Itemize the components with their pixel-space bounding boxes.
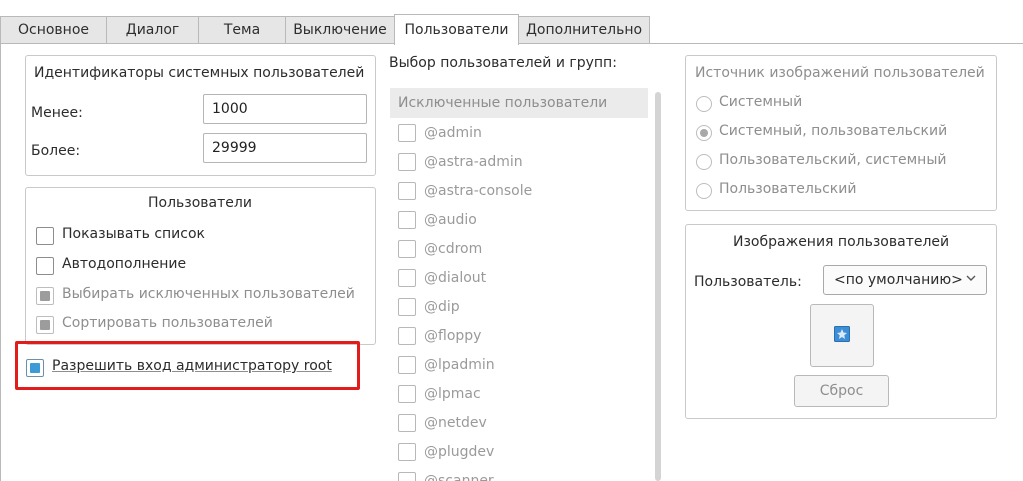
source-user-system-label: Пользовательский, системный <box>719 152 947 168</box>
list-item[interactable]: @astra-admin <box>398 149 643 175</box>
list-item-checkbox[interactable] <box>398 327 416 345</box>
list-item-label: @admin <box>424 125 482 141</box>
tab-theme[interactable]: Тема <box>198 16 286 43</box>
list-item[interactable]: @floppy <box>398 323 643 349</box>
user-select[interactable]: <по умолчанию> <box>823 265 987 295</box>
tab-advanced[interactable]: Дополнительно <box>518 16 650 43</box>
source-user-radio[interactable] <box>696 183 712 199</box>
list-item-label: @dialout <box>424 270 487 286</box>
excluded-users-list[interactable]: Исключенные пользователи @admin @astra-a… <box>390 88 652 481</box>
list-item-label: @lpmac <box>424 386 481 402</box>
user-label: Пользователь: <box>694 274 802 290</box>
list-item-label: @netdev <box>424 415 487 431</box>
more-label: Более: <box>31 143 81 159</box>
annotation-highlight-box <box>15 341 360 390</box>
tab-shutdown[interactable]: Выключение <box>285 16 395 43</box>
list-item[interactable]: @scanner <box>398 468 643 481</box>
list-item[interactable]: @lpadmin <box>398 352 643 378</box>
sort-users-label: Сортировать пользователей <box>62 315 273 331</box>
system-ids-title: Идентификаторы системных пользователей <box>34 65 365 81</box>
list-item-checkbox[interactable] <box>398 356 416 374</box>
source-user-system-radio[interactable] <box>696 154 712 170</box>
list-item-label: @audio <box>424 212 477 228</box>
system-ids-group: Идентификаторы системных пользователей М… <box>25 55 376 176</box>
tab-bar: Основное Диалог Тема Выключение Пользова… <box>0 0 1023 46</box>
autocomplete-checkbox[interactable] <box>36 257 54 275</box>
list-item-checkbox[interactable] <box>398 385 416 403</box>
list-item[interactable]: @dip <box>398 294 643 320</box>
list-item-label: @dip <box>424 299 460 315</box>
list-item[interactable]: @cdrom <box>398 236 643 262</box>
list-item-checkbox[interactable] <box>398 124 416 142</box>
sort-users-checkbox[interactable] <box>36 316 54 334</box>
select-excluded-label: Выбирать исключенных пользователей <box>62 286 355 302</box>
user-select-value: <по умолчанию> <box>834 272 963 288</box>
source-system-user-radio[interactable] <box>696 125 712 141</box>
users-group-title: Пользователи <box>148 195 252 211</box>
list-item-label: @floppy <box>424 328 482 344</box>
chevron-down-icon <box>965 272 977 288</box>
less-input[interactable]: 1000 <box>203 94 367 124</box>
list-item[interactable]: @dialout <box>398 265 643 291</box>
image-source-title: Источник изображений пользователей <box>695 65 985 81</box>
list-item-checkbox[interactable] <box>398 153 416 171</box>
tab-main[interactable]: Основное <box>0 16 107 43</box>
list-item-label: @astra-console <box>424 183 533 199</box>
list-item-checkbox[interactable] <box>398 414 416 432</box>
list-item-label: @cdrom <box>424 241 483 257</box>
list-item[interactable]: @lpmac <box>398 381 643 407</box>
less-label: Менее: <box>31 105 83 121</box>
list-item[interactable]: @astra-console <box>398 178 643 204</box>
image-source-group: Источник изображений пользователей Систе… <box>685 55 997 211</box>
list-item-checkbox[interactable] <box>398 211 416 229</box>
list-item-checkbox[interactable] <box>398 472 416 481</box>
tab-dialog[interactable]: Диалог <box>106 16 199 43</box>
list-item-checkbox[interactable] <box>398 298 416 316</box>
list-item[interactable]: @admin <box>398 120 643 146</box>
autocomplete-label: Автодополнение <box>62 256 187 272</box>
source-system-label: Системный <box>719 94 803 110</box>
reset-button[interactable]: Сброс <box>794 375 889 407</box>
list-item-checkbox[interactable] <box>398 443 416 461</box>
list-item-label: @astra-admin <box>424 154 523 170</box>
list-item-label: @lpadmin <box>424 357 495 373</box>
user-image-button[interactable] <box>810 304 874 367</box>
user-image-icon <box>834 325 850 346</box>
select-excluded-checkbox[interactable] <box>36 287 54 305</box>
source-system-user-label: Системный, пользовательский <box>719 123 948 139</box>
selection-title: Выбор пользователей и групп: <box>389 55 617 71</box>
list-item[interactable]: @netdev <box>398 410 643 436</box>
source-user-label: Пользовательский <box>719 181 857 197</box>
list-item[interactable]: @plugdev <box>398 439 643 465</box>
list-item-checkbox[interactable] <box>398 269 416 287</box>
user-images-group: Изображения пользователей Пользователь: … <box>685 224 997 419</box>
show-list-label: Показывать список <box>62 226 205 242</box>
user-images-title: Изображения пользователей <box>733 234 950 250</box>
list-item[interactable]: @audio <box>398 207 643 233</box>
tab-users[interactable]: Пользователи <box>394 14 519 45</box>
show-list-checkbox[interactable] <box>36 227 54 245</box>
list-header[interactable]: Исключенные пользователи <box>390 88 648 118</box>
list-item-label: @scanner <box>424 473 494 481</box>
list-item-label: @plugdev <box>424 444 495 460</box>
list-item-checkbox[interactable] <box>398 240 416 258</box>
more-input[interactable]: 29999 <box>203 133 367 163</box>
users-group: Пользователи Показывать список Автодопол… <box>25 187 376 345</box>
source-system-radio[interactable] <box>696 96 712 112</box>
list-scrollbar[interactable] <box>655 92 661 481</box>
list-item-checkbox[interactable] <box>398 182 416 200</box>
